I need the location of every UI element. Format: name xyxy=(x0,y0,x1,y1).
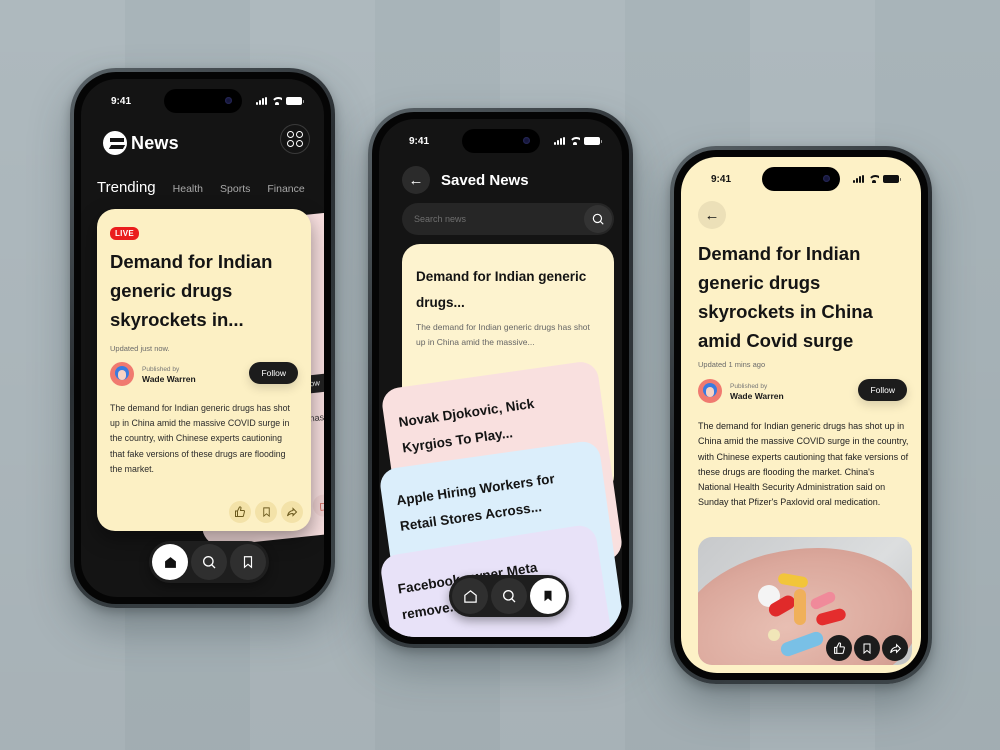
like-button[interactable] xyxy=(826,635,852,661)
arrow-left-icon: ← xyxy=(408,171,424,189)
share-button[interactable] xyxy=(281,501,303,523)
bottom-nav xyxy=(449,575,569,617)
featured-news-card[interactable]: LIVE Demand for Indian generic drugs sky… xyxy=(97,209,311,531)
nav-search-button[interactable] xyxy=(491,578,527,614)
brand-name: News xyxy=(131,132,179,153)
status-bar: 9:41 xyxy=(681,172,921,186)
bookmark-icon xyxy=(243,556,253,569)
follow-button[interactable]: Follow xyxy=(249,362,298,384)
wifi-icon xyxy=(271,97,282,105)
status-time: 9:41 xyxy=(111,95,132,107)
menu-grid-button[interactable] xyxy=(280,124,310,154)
bookmark-icon xyxy=(863,643,871,654)
bookmark-button[interactable] xyxy=(854,635,880,661)
avatar xyxy=(698,379,722,403)
like-icon xyxy=(833,641,845,654)
published-by-label: Published by xyxy=(142,365,180,373)
nav-bookmark-button[interactable] xyxy=(230,544,266,580)
author-name: Wade Warren xyxy=(730,390,784,401)
nav-home-button[interactable] xyxy=(452,578,488,614)
phone-home: 9:41 News Trending Health Sports Finance… xyxy=(70,68,335,608)
nav-home-button[interactable] xyxy=(152,544,188,580)
phone-article: 9:41 ← Demand for Indian generic drugs s… xyxy=(670,146,932,684)
tab-trending[interactable]: Trending xyxy=(97,179,156,196)
bookmark-icon: ◻ xyxy=(311,493,324,518)
wifi-icon xyxy=(868,175,879,183)
share-icon xyxy=(889,642,901,654)
like-button[interactable] xyxy=(229,501,251,523)
bottom-nav xyxy=(149,541,269,583)
search-icon xyxy=(592,213,604,225)
published-by-label: Published by xyxy=(730,382,768,390)
next-card-text: has VID rts xyxy=(309,409,324,424)
search-icon xyxy=(503,590,516,603)
article-screen: 9:41 ← Demand for Indian generic drugs s… xyxy=(681,157,921,673)
battery-icon xyxy=(286,97,304,105)
search-icon xyxy=(203,556,216,569)
back-button[interactable]: ← xyxy=(402,166,430,194)
search-button[interactable] xyxy=(584,205,612,233)
search-input[interactable] xyxy=(414,203,574,235)
bookmark-icon xyxy=(544,590,552,602)
phone-saved: 9:41 ← Saved News Demand for Indian gene… xyxy=(368,108,633,648)
tab-sports[interactable]: Sports xyxy=(220,183,250,195)
battery-icon xyxy=(883,175,901,183)
avatar xyxy=(110,362,134,386)
signal-icon xyxy=(256,97,267,105)
bookmark-button[interactable] xyxy=(255,501,277,523)
status-bar: 9:41 xyxy=(81,94,324,108)
home-screen: 9:41 News Trending Health Sports Finance… xyxy=(81,79,324,597)
share-button[interactable] xyxy=(882,635,908,661)
tab-finance[interactable]: Finance xyxy=(267,183,304,195)
article-image xyxy=(698,537,912,665)
page-title: Saved News xyxy=(441,172,529,189)
updated-time: Updated just now. xyxy=(110,344,170,353)
live-badge: LIVE xyxy=(110,227,139,240)
logo-icon xyxy=(103,131,127,155)
follow-button[interactable]: Follow xyxy=(858,379,907,401)
article-title: Demand for Indian generic drugs skyrocke… xyxy=(698,243,873,351)
author-row: Published by Wade Warren Follow xyxy=(110,362,298,386)
author-row: Published by Wade Warren Follow xyxy=(698,379,907,403)
saved-card-title: Demand for Indian generic drugs... xyxy=(416,269,587,310)
nav-bookmark-button[interactable] xyxy=(530,578,566,614)
tab-health[interactable]: Health xyxy=(173,183,203,195)
saved-screen: 9:41 ← Saved News Demand for Indian gene… xyxy=(379,119,622,637)
wifi-icon xyxy=(569,137,580,145)
app-logo: News xyxy=(103,131,179,155)
search-bar xyxy=(402,203,614,235)
featured-title: Demand for Indian generic drugs skyrocke… xyxy=(110,251,273,330)
updated-time: Updated 1 mins ago xyxy=(698,360,766,369)
arrow-left-icon: ← xyxy=(704,206,720,224)
home-icon xyxy=(463,589,477,603)
article-body: The demand for Indian generic drugs has … xyxy=(698,421,909,508)
signal-icon xyxy=(554,137,565,145)
signal-icon xyxy=(853,175,864,183)
status-time: 9:41 xyxy=(409,135,430,147)
status-time: 9:41 xyxy=(711,173,732,185)
battery-icon xyxy=(584,137,602,145)
back-button[interactable]: ← xyxy=(698,201,726,229)
nav-search-button[interactable] xyxy=(191,544,227,580)
status-bar: 9:41 xyxy=(379,134,622,148)
category-tabs: Trending Health Sports Finance xyxy=(97,179,305,196)
saved-card-summary: The demand for Indian generic drugs has … xyxy=(416,322,590,347)
home-icon xyxy=(164,556,176,568)
featured-summary: The demand for Indian generic drugs has … xyxy=(110,403,290,474)
author-name: Wade Warren xyxy=(142,373,196,384)
